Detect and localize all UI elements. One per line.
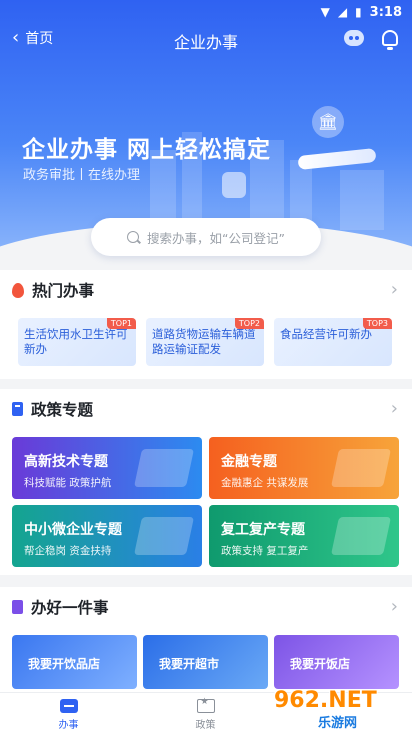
rank-badge: TOP2 bbox=[234, 318, 264, 329]
policy-section-header[interactable]: 政策专题 bbox=[12, 389, 93, 429]
back-button[interactable]: ‹ 首页 bbox=[12, 28, 53, 48]
document-icon bbox=[222, 172, 246, 198]
policy-tab-icon bbox=[196, 697, 215, 713]
policy-section-title: 政策专题 bbox=[31, 401, 94, 419]
one-thing-label: 我要开饭店 bbox=[290, 657, 351, 671]
flag-icon bbox=[12, 600, 23, 614]
search-placeholder: 搜索办事，如“公司登记” bbox=[147, 230, 285, 246]
policy-card-finance[interactable]: 金融专题 金融惠企 共谋发展 bbox=[209, 437, 399, 499]
bell-icon[interactable] bbox=[382, 30, 398, 50]
chip-illustration bbox=[133, 449, 195, 487]
hot-section: 热门办事 › 生活饮用水卫生许可新办 TOP1 道路货物运输车辆道路运输证配发 … bbox=[0, 270, 412, 379]
status-time: 3:18 bbox=[369, 4, 402, 20]
robot-assistant-icon[interactable] bbox=[344, 30, 364, 46]
status-bar: ▼ ◢ ▮ 3:18 bbox=[0, 0, 412, 24]
one-thing-section-header[interactable]: 办好一件事 bbox=[12, 587, 109, 627]
one-thing-card[interactable]: 我要开超市 bbox=[143, 635, 268, 689]
tab-affairs[interactable]: 办事 bbox=[0, 693, 137, 734]
one-thing-label: 我要开饮品店 bbox=[28, 657, 101, 671]
one-thing-card[interactable]: 我要开饭店 bbox=[274, 635, 399, 689]
tab-policy[interactable]: 政策 bbox=[137, 693, 274, 734]
chevron-right-icon[interactable]: › bbox=[391, 279, 398, 300]
one-thing-card[interactable]: 我要开饮品店 bbox=[12, 635, 137, 689]
hot-section-title: 热门办事 bbox=[32, 282, 95, 300]
chevron-right-icon[interactable]: › bbox=[391, 596, 398, 617]
search-icon bbox=[127, 231, 140, 243]
watermark-sub: 乐游网 bbox=[318, 716, 358, 731]
signal-icon: ◢ bbox=[337, 5, 348, 19]
top-nav: ‹ 首页 企业办事 bbox=[0, 24, 412, 58]
back-label: 首页 bbox=[25, 31, 54, 47]
hot-item-label: 道路货物运输车辆道路运输证配发 bbox=[152, 327, 256, 356]
one-thing-label: 我要开超市 bbox=[159, 657, 220, 671]
bank-icon: 🏛 bbox=[312, 106, 344, 138]
affairs-tab-icon bbox=[59, 699, 78, 713]
rank-badge: TOP1 bbox=[106, 318, 136, 329]
wifi-icon: ▼ bbox=[320, 5, 330, 19]
watermark-main: 962.NET bbox=[274, 688, 377, 713]
policy-card-sme[interactable]: 中小微企业专题 帮企稳岗 资金扶持 bbox=[12, 505, 202, 567]
hot-section-header[interactable]: 热门办事 bbox=[12, 270, 94, 310]
search-bar[interactable]: 搜索办事，如“公司登记” bbox=[91, 218, 321, 256]
site-watermark: 962.NET 乐游网 bbox=[274, 688, 408, 732]
one-thing-section: 办好一件事 › 我要开饮品店 我要开超市 我要开饭店 bbox=[0, 587, 412, 692]
policy-card-resume-work[interactable]: 复工复产专题 政策支持 复工复产 bbox=[209, 505, 399, 567]
hot-item[interactable]: 食品经营许可新办 TOP3 bbox=[274, 318, 392, 366]
chevron-right-icon[interactable]: › bbox=[391, 398, 398, 419]
tab-label: 办事 bbox=[58, 720, 79, 731]
chart-illustration bbox=[330, 449, 392, 487]
policy-section: 政策专题 › 高新技术专题 科技赋能 政策护航 金融专题 金融惠企 共谋发展 中… bbox=[0, 389, 412, 575]
tab-label: 政策 bbox=[195, 720, 216, 731]
battery-icon: ▮ bbox=[355, 5, 362, 19]
hero-title: 企业办事 网上轻松搞定 bbox=[22, 137, 272, 163]
factory-illustration bbox=[330, 517, 392, 555]
hot-item[interactable]: 道路货物运输车辆道路运输证配发 TOP2 bbox=[146, 318, 264, 366]
hero-subtitle: 政务审批丨在线办理 bbox=[23, 168, 141, 183]
hot-item[interactable]: 生活饮用水卫生许可新办 TOP1 bbox=[18, 318, 136, 366]
device-illustration bbox=[133, 517, 195, 555]
rank-badge: TOP3 bbox=[362, 318, 392, 329]
chevron-left-icon: ‹ bbox=[12, 27, 20, 48]
hot-item-label: 食品经营许可新办 bbox=[280, 327, 372, 341]
one-thing-section-title: 办好一件事 bbox=[31, 599, 109, 617]
hot-item-label: 生活饮用水卫生许可新办 bbox=[24, 327, 128, 356]
book-icon bbox=[12, 402, 23, 416]
policy-card-hightech[interactable]: 高新技术专题 科技赋能 政策护航 bbox=[12, 437, 202, 499]
flame-icon bbox=[12, 282, 24, 298]
